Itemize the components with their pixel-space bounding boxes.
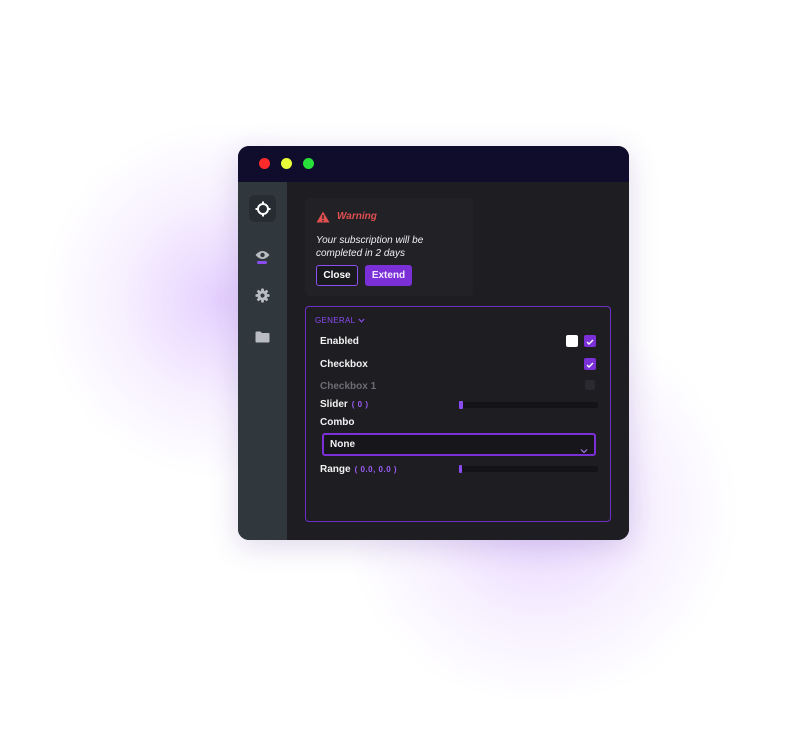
warning-triangle-icon — [316, 210, 330, 228]
section-label: GENERAL — [315, 316, 356, 325]
sidebar-item-settings[interactable] — [249, 282, 276, 309]
checkbox1-checkbox[interactable] — [585, 380, 595, 390]
crosshair-icon — [255, 201, 271, 217]
warning-message: Your subscription will be completed in 2… — [316, 235, 424, 259]
range-track[interactable] — [459, 465, 598, 473]
slider-track[interactable] — [459, 401, 598, 409]
sidebar-item-eye[interactable] — [249, 241, 276, 268]
gear-icon — [255, 288, 270, 303]
checkbox-checkbox[interactable] — [584, 358, 596, 370]
checkbox1-label: Checkbox 1 — [320, 381, 377, 392]
maximize-window-button[interactable] — [303, 158, 314, 169]
sidebar-item-files[interactable] — [249, 323, 276, 350]
enabled-checkbox-off[interactable] — [566, 335, 578, 347]
close-button[interactable]: Close — [316, 265, 358, 286]
range-value: ( 0.0, 0.0 ) — [354, 465, 398, 474]
chevron-down-icon — [358, 316, 365, 325]
chevron-down-icon — [580, 441, 588, 459]
checkmark-icon — [586, 355, 594, 373]
slider-value: ( 0 ) — [351, 400, 369, 409]
enabled-label: Enabled — [320, 336, 359, 347]
minimize-window-button[interactable] — [281, 158, 292, 169]
sidebar-item-crosshair[interactable] — [249, 195, 276, 222]
slider-label: Slider — [320, 399, 348, 410]
folder-icon — [255, 331, 270, 343]
eye-icon — [255, 250, 270, 260]
extend-button[interactable]: Extend — [365, 265, 412, 286]
checkbox-label: Checkbox — [320, 359, 368, 370]
combo-label: Combo — [320, 417, 355, 428]
range-thumb[interactable] — [459, 465, 462, 473]
slider-thumb[interactable] — [459, 401, 463, 409]
title-bar — [238, 146, 629, 182]
general-panel: GENERAL Enabled Checkbox Checkbox 1 Slid… — [305, 306, 611, 522]
range-label: Range — [320, 464, 351, 475]
warning-title: Warning — [337, 211, 377, 222]
close-window-button[interactable] — [259, 158, 270, 169]
warning-toast: Warning Your subscription will be comple… — [305, 198, 473, 296]
combo-select[interactable]: None — [322, 433, 596, 456]
combo-value: None — [330, 439, 355, 450]
slider-row-label: Slider( 0 ) — [320, 399, 369, 410]
range-row-label: Range( 0.0, 0.0 ) — [320, 464, 397, 475]
enabled-checkbox-on[interactable] — [584, 335, 596, 347]
checkmark-icon — [586, 332, 594, 350]
sidebar — [238, 182, 287, 540]
section-header-general[interactable]: GENERAL — [315, 316, 365, 325]
